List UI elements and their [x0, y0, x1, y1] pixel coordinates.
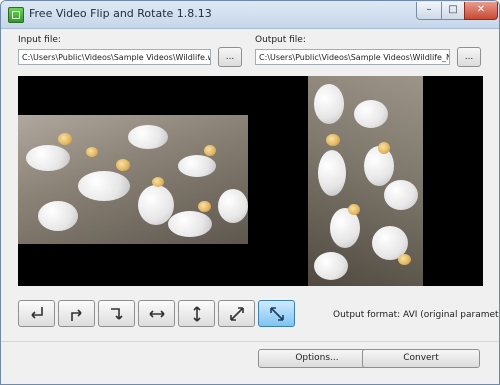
- close-button[interactable]: ✕: [464, 2, 498, 20]
- flip-horizontal-button[interactable]: [138, 300, 175, 327]
- rotate-down-right-button[interactable]: [98, 300, 135, 327]
- arrow-diagonal-up-right-icon: [230, 307, 244, 321]
- arrow-up-down-icon: [193, 306, 201, 322]
- convert-button[interactable]: Convert: [362, 349, 480, 368]
- window-title: Free Video Flip and Rotate 1.8.13: [29, 7, 212, 20]
- input-file-label: Input file:: [18, 35, 61, 45]
- minimize-button[interactable]: –: [416, 2, 442, 20]
- options-button[interactable]: Options...: [258, 349, 376, 368]
- arrow-turn-down-right-icon: [111, 308, 123, 320]
- output-file-field[interactable]: C:\Users\Public\Videos\Sample Videos\Wil…: [255, 49, 450, 65]
- arrow-turn-down-left-icon: [31, 307, 43, 319]
- output-browse-button[interactable]: ...: [457, 47, 481, 67]
- arrow-turn-right-icon: [71, 309, 82, 321]
- video-preview: [18, 76, 483, 286]
- input-file-field[interactable]: C:\Users\Public\Videos\Sample Videos\Wil…: [18, 49, 211, 65]
- flip-vertical-button[interactable]: [178, 300, 215, 327]
- app-icon: [8, 7, 24, 23]
- output-preview-frame: [308, 76, 423, 286]
- transverse-button[interactable]: [258, 300, 295, 327]
- arrow-left-right-icon: [149, 310, 165, 318]
- arrow-diagonal-down-right-icon: [270, 307, 284, 321]
- output-format-text: Output format: AVI (original parameters): [333, 310, 500, 320]
- input-preview-frame: [18, 115, 248, 244]
- title-bar[interactable]: Free Video Flip and Rotate 1.8.13 – □ ✕: [1, 1, 499, 29]
- maximize-button[interactable]: □: [441, 2, 465, 20]
- transpose-button[interactable]: [218, 300, 255, 327]
- output-file-label: Output file:: [255, 35, 306, 45]
- rotate-right-button[interactable]: [58, 300, 95, 327]
- rotate-left-down-button[interactable]: [18, 300, 55, 327]
- divider: [1, 341, 499, 342]
- input-browse-button[interactable]: ...: [218, 47, 242, 67]
- app-window: Free Video Flip and Rotate 1.8.13 – □ ✕ …: [0, 0, 500, 385]
